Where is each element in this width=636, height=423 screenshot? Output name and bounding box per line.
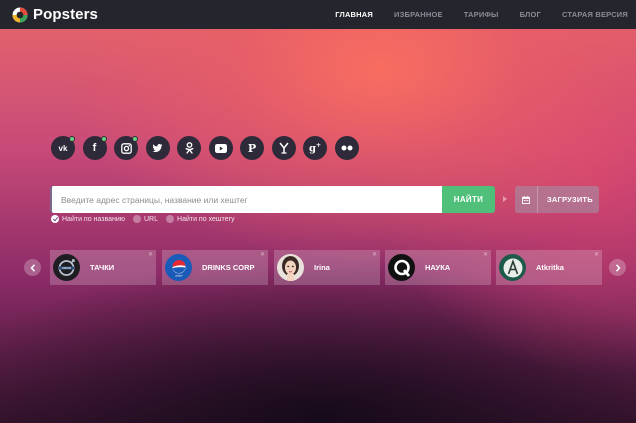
recent-page-card[interactable]: Irina ✕ xyxy=(274,250,380,285)
option-label: Найти по хештегу xyxy=(177,215,235,223)
nav-item-blog[interactable]: БЛОГ xyxy=(520,10,541,19)
recent-page-card[interactable]: VOLVO ТАЧКИ ✕ xyxy=(50,250,156,285)
vk-icon: vk xyxy=(58,143,68,153)
youtube-button[interactable] xyxy=(208,136,233,160)
close-icon[interactable]: ✕ xyxy=(483,251,488,258)
odnoklassniki-button[interactable] xyxy=(177,136,201,160)
active-badge xyxy=(69,136,75,142)
card-name: Irina xyxy=(314,263,330,272)
nav-item-pricing[interactable]: ТАРИФЫ xyxy=(464,10,499,19)
pinterest-button[interactable]: P xyxy=(240,136,264,160)
option-by-name[interactable]: Найти по названию xyxy=(51,215,125,223)
close-icon[interactable]: ✕ xyxy=(372,251,377,258)
radio-icon[interactable] xyxy=(166,215,175,223)
twitter-icon xyxy=(152,143,163,152)
chevron-right-icon xyxy=(615,263,621,272)
option-label: URL xyxy=(144,215,159,223)
close-icon[interactable]: ✕ xyxy=(260,251,265,258)
option-label: Найти по названию xyxy=(62,215,125,223)
arrow-right-icon xyxy=(503,196,507,202)
calendar-icon xyxy=(522,195,530,204)
google-plus-icon: g+ xyxy=(308,141,322,155)
pepsi-logo-icon: pepsi xyxy=(165,254,192,281)
google-plus-button[interactable]: g+ xyxy=(303,136,327,160)
logo-text: Popsters xyxy=(33,6,98,23)
logo[interactable]: Popsters xyxy=(12,6,98,23)
instagram-icon xyxy=(120,142,132,154)
active-badge xyxy=(100,136,107,142)
odnoklassniki-icon xyxy=(185,142,193,154)
nav-item-favorites[interactable]: ИЗБРАННОЕ xyxy=(394,10,443,19)
search-mode-options: Найти по названию URL Найти по хештегу xyxy=(51,215,243,223)
card-name: Atkritka xyxy=(536,263,564,272)
active-badge xyxy=(132,136,138,142)
person-avatar-icon xyxy=(277,254,304,281)
card-name: DRINKS CORP xyxy=(202,263,255,272)
radio-icon[interactable] xyxy=(133,215,141,223)
option-url[interactable]: URL xyxy=(133,215,158,223)
top-navbar: Popsters ГЛАВНАЯ ИЗБРАННОЕ ТАРИФЫ БЛОГ С… xyxy=(0,0,636,29)
volvo-logo-icon: VOLVO xyxy=(53,254,80,281)
ask-button[interactable] xyxy=(271,136,296,160)
facebook-button[interactable]: f xyxy=(82,136,107,160)
card-name: ТАЧКИ xyxy=(90,263,115,272)
carousel-next-button[interactable] xyxy=(609,259,626,276)
search-bar: НАЙТИ xyxy=(50,186,495,213)
vk-button[interactable]: vk xyxy=(51,136,75,160)
svg-text:pepsi: pepsi xyxy=(175,273,182,277)
instagram-button[interactable] xyxy=(114,136,138,160)
main-nav: ГЛАВНАЯ ИЗБРАННОЕ ТАРИФЫ БЛОГ СТАРАЯ ВЕР… xyxy=(314,0,628,29)
flickr-icon xyxy=(341,145,352,151)
q-logo-icon xyxy=(388,254,415,281)
recent-page-card[interactable]: НАУКА ✕ xyxy=(385,250,491,285)
twitter-button[interactable] xyxy=(145,136,170,160)
nav-item-old-version[interactable]: СТАРАЯ ВЕРСИЯ xyxy=(562,10,628,19)
facebook-icon: f xyxy=(92,142,97,154)
carousel-prev-button[interactable] xyxy=(24,259,41,276)
upload-icon-box xyxy=(515,186,538,213)
search-button[interactable]: НАЙТИ xyxy=(442,186,495,213)
upload-button[interactable]: ЗАГРУЗИТЬ xyxy=(515,186,599,213)
a-logo-icon xyxy=(499,254,526,281)
chevron-left-icon xyxy=(29,263,35,272)
recent-page-card[interactable]: pepsi DRINKS CORP ✕ xyxy=(162,250,268,285)
svg-text:VOLVO: VOLVO xyxy=(62,266,71,270)
flickr-button[interactable] xyxy=(334,136,359,160)
pinterest-icon: P xyxy=(247,141,257,155)
close-icon[interactable]: ✕ xyxy=(148,251,153,258)
option-by-hashtag[interactable]: Найти по хештегу xyxy=(166,215,235,223)
social-network-selector: vk f P g+ xyxy=(51,136,366,160)
popsters-logo-icon xyxy=(12,7,28,22)
ask-icon xyxy=(278,142,289,154)
upload-label: ЗАГРУЗИТЬ xyxy=(547,195,593,204)
nav-item-home[interactable]: ГЛАВНАЯ xyxy=(335,10,373,19)
search-input[interactable] xyxy=(50,186,442,213)
checkmark-radio-icon[interactable] xyxy=(51,215,59,223)
card-name: НАУКА xyxy=(425,263,451,272)
recent-page-card[interactable]: Atkritka ✕ xyxy=(496,250,602,285)
youtube-icon xyxy=(214,143,227,153)
close-icon[interactable]: ✕ xyxy=(594,251,599,258)
